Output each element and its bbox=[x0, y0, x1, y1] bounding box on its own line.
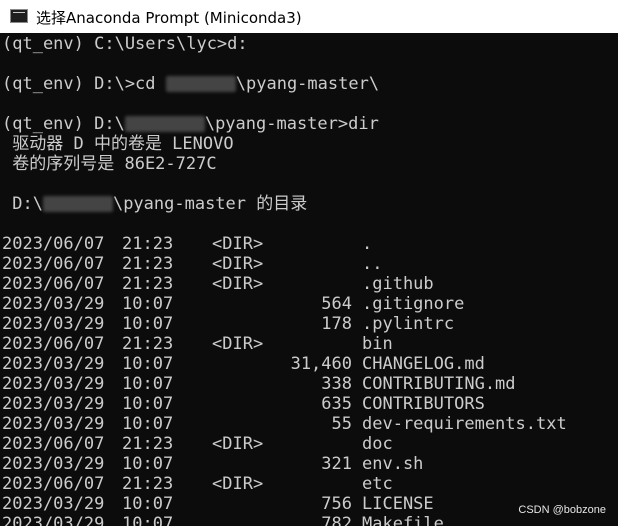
file-date: 2023/06/07 bbox=[2, 234, 105, 254]
file-size bbox=[222, 274, 352, 294]
file-time: 21:23 bbox=[122, 274, 174, 294]
file-date: 2023/03/29 bbox=[2, 294, 105, 314]
console-line: D:\ \pyang-master 的目录 bbox=[2, 194, 308, 214]
file-name: LICENSE bbox=[362, 494, 434, 514]
file-size: 321 bbox=[321, 454, 352, 474]
file-date: 2023/06/07 bbox=[2, 474, 105, 494]
file-size: 178 bbox=[321, 314, 352, 334]
file-time: 21:23 bbox=[122, 474, 174, 494]
file-time: 21:23 bbox=[122, 334, 174, 354]
file-size bbox=[222, 434, 352, 454]
console-line: 卷的序列号是 86E2-727C bbox=[2, 154, 217, 174]
file-name: .github bbox=[362, 274, 434, 294]
terminal-icon bbox=[10, 9, 28, 23]
file-size bbox=[222, 474, 352, 494]
file-date: 2023/03/29 bbox=[2, 314, 105, 334]
file-time: 10:07 bbox=[122, 314, 174, 334]
redacted-text bbox=[165, 76, 236, 92]
file-size bbox=[222, 334, 352, 354]
console-line: 驱动器 D 中的卷是 LENOVO bbox=[2, 134, 234, 154]
file-size bbox=[222, 254, 352, 274]
file-date: 2023/03/29 bbox=[2, 374, 105, 394]
file-size bbox=[222, 234, 352, 254]
file-size: 31,460 bbox=[290, 354, 352, 374]
file-size: 338 bbox=[321, 374, 352, 394]
file-name: CONTRIBUTORS bbox=[362, 394, 485, 414]
window-title: 选择Anaconda Prompt (Miniconda3) bbox=[36, 9, 302, 27]
file-name: .pylintrc bbox=[362, 314, 455, 334]
file-name: CHANGELOG.md bbox=[362, 354, 485, 374]
file-name: . bbox=[362, 234, 373, 254]
file-name: etc bbox=[362, 474, 393, 494]
file-name: env.sh bbox=[362, 454, 424, 474]
file-date: 2023/03/29 bbox=[2, 414, 105, 434]
file-date: 2023/06/07 bbox=[2, 434, 105, 454]
file-date: 2023/06/07 bbox=[2, 274, 105, 294]
file-date: 2023/03/29 bbox=[2, 514, 105, 526]
file-date: 2023/03/29 bbox=[2, 494, 105, 514]
file-name: .. bbox=[362, 254, 383, 274]
console-line: (qt_env) D:\>cd \pyang-master\ bbox=[2, 74, 380, 94]
file-name: .gitignore bbox=[362, 294, 465, 314]
redacted-text bbox=[42, 196, 113, 212]
file-time: 21:23 bbox=[122, 234, 174, 254]
file-size: 55 bbox=[331, 414, 352, 434]
watermark: CSDN @bobzone bbox=[518, 504, 606, 516]
file-size: 635 bbox=[321, 394, 352, 414]
file-time: 10:07 bbox=[122, 394, 174, 414]
file-name: CONTRIBUTING.md bbox=[362, 374, 516, 394]
console-output[interactable]: (qt_env) C:\Users\lyc>d: (qt_env) D:\>cd… bbox=[0, 33, 618, 526]
file-name: doc bbox=[362, 434, 393, 454]
file-name: dev-requirements.txt bbox=[362, 414, 567, 434]
file-date: 2023/06/07 bbox=[2, 334, 105, 354]
redacted-text bbox=[124, 116, 205, 132]
file-time: 10:07 bbox=[122, 454, 174, 474]
file-name: Makefile bbox=[362, 514, 444, 526]
file-time: 10:07 bbox=[122, 494, 174, 514]
file-date: 2023/03/29 bbox=[2, 454, 105, 474]
file-time: 10:07 bbox=[122, 294, 174, 314]
file-time: 10:07 bbox=[122, 514, 174, 526]
file-time: 10:07 bbox=[122, 414, 174, 434]
file-size: 564 bbox=[321, 294, 352, 314]
console-line: (qt_env) C:\Users\lyc>d: bbox=[2, 34, 248, 54]
file-date: 2023/03/29 bbox=[2, 394, 105, 414]
file-date: 2023/03/29 bbox=[2, 354, 105, 374]
file-time: 21:23 bbox=[122, 254, 174, 274]
console-line: (qt_env) D:\ \pyang-master>dir bbox=[2, 114, 379, 134]
file-size: 782 bbox=[321, 514, 352, 526]
file-date: 2023/06/07 bbox=[2, 254, 105, 274]
file-time: 10:07 bbox=[122, 374, 174, 394]
file-name: bin bbox=[362, 334, 393, 354]
file-size: 756 bbox=[321, 494, 352, 514]
title-bar[interactable]: 选择Anaconda Prompt (Miniconda3) bbox=[0, 0, 618, 33]
file-time: 10:07 bbox=[122, 354, 174, 374]
file-time: 21:23 bbox=[122, 434, 174, 454]
